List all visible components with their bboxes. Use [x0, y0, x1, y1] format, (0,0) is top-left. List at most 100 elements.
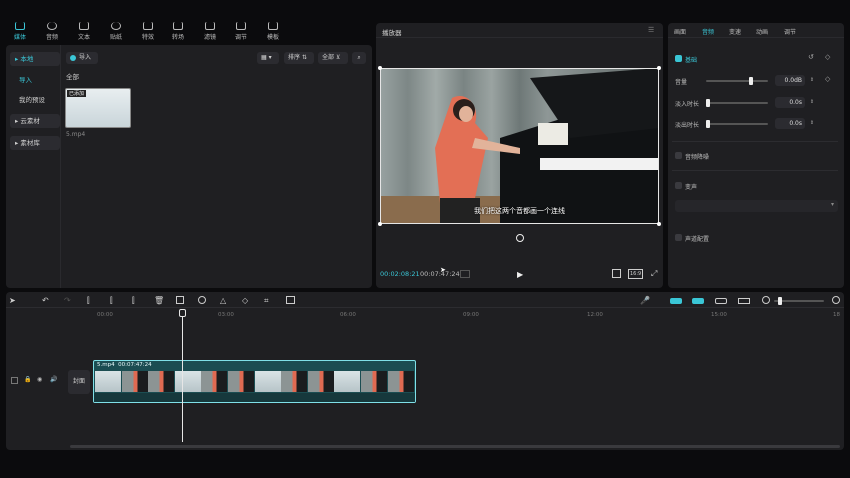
tool-sticker[interactable]: 贴纸: [102, 22, 130, 42]
channel-checkbox[interactable]: [675, 234, 682, 241]
sidebar-item-cloud[interactable]: ▸ 云素材: [10, 114, 60, 128]
volume-stepper[interactable]: ⇕: [808, 75, 816, 86]
fadein-stepper[interactable]: ⇕: [808, 97, 816, 108]
speaker-icon[interactable]: 🔊: [50, 376, 57, 383]
split-icon[interactable]: ⫿: [87, 296, 97, 306]
cover-button[interactable]: 封面: [68, 370, 90, 394]
sidebar-item-local[interactable]: ▸ 本地: [10, 52, 60, 66]
volume-keyframe-icon[interactable]: ◇: [825, 75, 830, 83]
tool-template[interactable]: 模板: [259, 22, 287, 42]
clip-frame-thumbnail: [334, 371, 361, 392]
redo-icon[interactable]: ↷: [64, 296, 74, 306]
delete-icon[interactable]: 🗑: [154, 296, 164, 306]
clip-frame-thumbnail: [361, 371, 387, 392]
tool-text[interactable]: 文本: [70, 22, 98, 42]
expand-icon[interactable]: ⤢: [651, 269, 657, 279]
play-icon[interactable]: ▶: [517, 270, 523, 279]
sidebar-item-library[interactable]: ▸ 素材库: [10, 136, 60, 150]
fadein-input[interactable]: 0.0s: [775, 97, 805, 108]
menu-icon[interactable]: ☰: [648, 26, 654, 34]
sidebar-item-import[interactable]: 导入: [14, 73, 64, 87]
track-toggle-icon[interactable]: [11, 377, 18, 384]
split-right-icon[interactable]: ⫿: [132, 296, 142, 306]
tool-adjust[interactable]: 调节: [227, 22, 255, 42]
volume-slider[interactable]: [706, 80, 768, 82]
basic-checkbox[interactable]: [675, 55, 682, 62]
frame-handle[interactable]: [657, 66, 661, 70]
frame-handle[interactable]: [378, 222, 382, 226]
added-badge: 已添加: [67, 90, 87, 97]
eye-icon[interactable]: ◉: [37, 376, 42, 383]
fadein-slider-knob[interactable]: [706, 99, 710, 107]
fullscreen-fit-icon[interactable]: [612, 269, 621, 278]
view-toggle-button[interactable]: ▦ ▾: [257, 52, 279, 64]
split-left-icon[interactable]: ⫿: [110, 296, 120, 306]
voice-checkbox[interactable]: [675, 182, 682, 189]
tool-filter[interactable]: 滤镜: [196, 22, 224, 42]
playhead-handle[interactable]: [179, 309, 186, 317]
text-icon: [79, 22, 89, 30]
mouse-cursor-icon: ➤: [440, 266, 446, 274]
magnet-icon[interactable]: [670, 298, 682, 304]
volume-input[interactable]: 0.0dB: [775, 75, 805, 86]
search-button[interactable]: ⌕: [352, 52, 366, 64]
tool-audio[interactable]: 音频: [38, 22, 66, 42]
tool-transition[interactable]: 转场: [164, 22, 192, 42]
import-button[interactable]: 导入: [66, 52, 98, 64]
template-icon: [268, 22, 278, 30]
sort-button[interactable]: 排序 ⇅: [284, 52, 314, 64]
filter-icon: ⊻: [335, 54, 341, 61]
fadeout-input[interactable]: 0.0s: [775, 118, 805, 129]
zoom-in-icon[interactable]: [832, 296, 840, 304]
undo-icon[interactable]: ↶: [42, 296, 52, 306]
sidebar-item-presets[interactable]: 我的预设: [14, 93, 64, 107]
keyframe-icon[interactable]: ◇: [825, 53, 830, 61]
frame-handle[interactable]: [657, 222, 661, 226]
reset-icon[interactable]: ↺: [808, 53, 814, 61]
crop-icon[interactable]: ⌗: [264, 296, 274, 306]
cursor-icon[interactable]: ➤: [9, 296, 19, 306]
timeline-scrollbar[interactable]: [70, 445, 840, 448]
tab-speed[interactable]: 变速: [729, 27, 741, 36]
rotate-icon[interactable]: [516, 234, 524, 242]
media-thumbnail[interactable]: 已添加: [65, 88, 131, 128]
zoom-slider-knob[interactable]: [778, 297, 782, 305]
clip-label: 5.mp4 00:07:47:24: [97, 362, 152, 368]
tool-effects[interactable]: 特效: [134, 22, 162, 42]
voice-select[interactable]: ▾: [675, 200, 838, 212]
fadeout-slider[interactable]: [706, 123, 768, 125]
microphone-icon[interactable]: 🎤: [640, 296, 650, 306]
denoise-checkbox[interactable]: [675, 152, 682, 159]
linkage-icon[interactable]: [692, 298, 704, 304]
frame-handle[interactable]: [378, 66, 382, 70]
mirror-icon[interactable]: △: [220, 296, 230, 306]
tab-animation[interactable]: 动画: [756, 27, 768, 36]
preview-axis-icon[interactable]: [715, 298, 727, 304]
zoom-out-icon[interactable]: [762, 296, 770, 304]
picture-icon[interactable]: [286, 296, 295, 304]
playhead[interactable]: [182, 311, 183, 442]
tab-audio[interactable]: 音频: [702, 27, 714, 36]
volume-slider-knob[interactable]: [748, 77, 753, 85]
ratio-button[interactable]: 16:9: [628, 269, 644, 279]
filter-button[interactable]: 全部 ⊻: [318, 52, 348, 64]
fadeout-slider-knob[interactable]: [706, 120, 710, 128]
lock-icon[interactable]: 🔒: [24, 376, 31, 383]
volume-label: 音量: [675, 79, 688, 86]
reverse-icon[interactable]: [198, 296, 206, 304]
media-toolbar: 媒体 音频 文本 贴纸 特效 转场 滤镜 调节 模板: [0, 22, 372, 42]
tab-adjust[interactable]: 调节: [784, 27, 796, 36]
grid-icon: ▦ ▾: [261, 54, 272, 61]
freeze-icon[interactable]: [176, 296, 184, 304]
grid-icon[interactable]: [460, 270, 470, 278]
crop-frame[interactable]: [380, 68, 659, 224]
fadeout-stepper[interactable]: ⇕: [808, 118, 816, 129]
fadein-slider[interactable]: [706, 102, 768, 104]
tab-picture[interactable]: 画面: [674, 27, 686, 36]
fadein-label: 淡入时长: [675, 101, 700, 108]
clip-frame-thumbnail: [228, 371, 254, 392]
align-icon[interactable]: [738, 298, 750, 304]
media-filename: 5.mp4: [66, 131, 86, 138]
tool-media[interactable]: 媒体: [6, 22, 34, 42]
rotate-icon[interactable]: ◇: [242, 296, 252, 306]
